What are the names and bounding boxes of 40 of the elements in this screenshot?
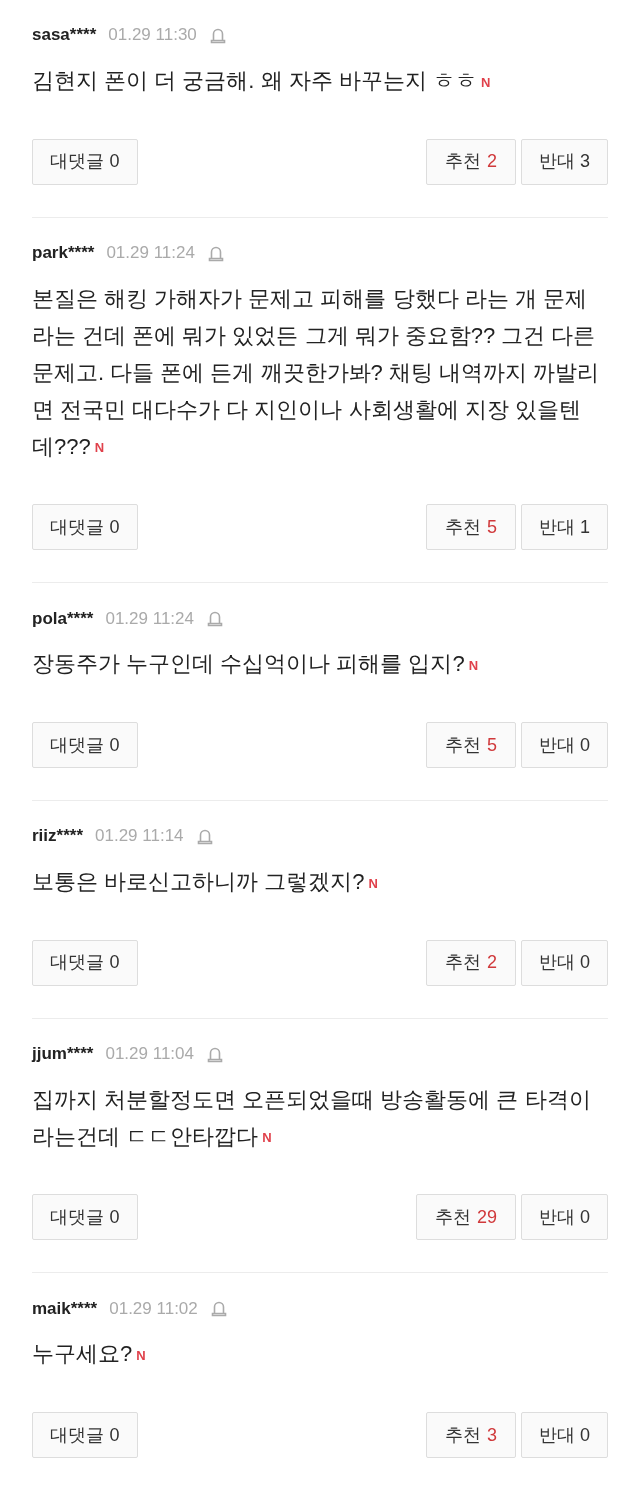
comment-time: 01.29 11:24 bbox=[105, 607, 194, 630]
username: maik**** bbox=[32, 1297, 98, 1320]
comment-time: 01.29 11:02 bbox=[109, 1297, 198, 1320]
like-button[interactable]: 추천 29 bbox=[415, 1194, 516, 1241]
bell-icon[interactable] bbox=[209, 1299, 228, 1318]
username: pola**** bbox=[32, 607, 94, 630]
dislike-button[interactable]: 반대 0 bbox=[521, 722, 608, 769]
username: jjum**** bbox=[32, 1043, 94, 1065]
like-button[interactable]: 추천 2 bbox=[426, 138, 516, 185]
username: sasa**** bbox=[32, 24, 97, 47]
reply-button[interactable]: 대댓글 0 bbox=[32, 939, 138, 986]
reply-button[interactable]: 대댓글 0 bbox=[32, 722, 138, 769]
dislike-button[interactable]: 반대 0 bbox=[521, 939, 608, 986]
comment-text: 보통은 바로신고하니까 그렇겠지? N bbox=[32, 868, 379, 897]
bell-icon[interactable] bbox=[208, 26, 227, 44]
reply-button[interactable]: 대댓글 0 bbox=[32, 138, 138, 185]
dislike-button[interactable]: 반대 0 bbox=[521, 1412, 608, 1459]
dislike-button[interactable]: 반대 1 bbox=[521, 504, 608, 551]
dislike-button[interactable]: 반대 0 bbox=[521, 1194, 608, 1241]
dislike-button[interactable]: 반대 3 bbox=[521, 138, 608, 185]
comment-time: 01.29 11:30 bbox=[108, 24, 197, 47]
comment-text: 본질은 해킹 가해자가 문제고 피해를 당했다 라는 개 문제라는 건데 폰에 뭐가 있었든 그게 뭐가 중요함?? 그건 다른 문제고. 다들 폰에 든게 깨끗한가봐? 채팅 내역까지 까발리면 전국민 대다수가 다 지인이나 사회생활에 지장 있을텐데??? N bbox=[32, 284, 601, 461]
like-button[interactable]: 추천 2 bbox=[426, 939, 516, 986]
reply-button[interactable]: 대댓글 0 bbox=[32, 504, 138, 551]
comment-time: 01.29 11:04 bbox=[105, 1043, 194, 1065]
username: riiz**** bbox=[32, 825, 84, 848]
reply-button[interactable]: 대댓글 0 bbox=[32, 1412, 138, 1459]
like-button[interactable]: 추천 3 bbox=[426, 1412, 516, 1459]
reply-button[interactable]: 대댓글 0 bbox=[32, 1194, 138, 1241]
username: park**** bbox=[32, 241, 95, 264]
comment-text: 장동주가 누구인데 수십억이나 피해를 입지? N bbox=[32, 650, 480, 679]
comment-text: 집까지 처분할정도면 오픈되었을때 방송활동에 큰 타격이라는건데 ㄷㄷ안타깝다 N bbox=[32, 1085, 592, 1151]
bell-icon[interactable] bbox=[205, 609, 224, 628]
comment-time: 01.29 11:24 bbox=[106, 241, 195, 264]
comment-text: 김현지 폰이 더 궁금해. 왜 자주 바꾸는지 ㅎㅎ N bbox=[32, 67, 492, 95]
bell-icon[interactable] bbox=[195, 827, 214, 846]
like-button[interactable]: 추천 5 bbox=[426, 504, 516, 551]
comment-time: 01.29 11:14 bbox=[95, 825, 184, 848]
comment-text: 누구세요? N bbox=[32, 1340, 147, 1369]
like-button[interactable]: 추천 5 bbox=[426, 722, 516, 769]
